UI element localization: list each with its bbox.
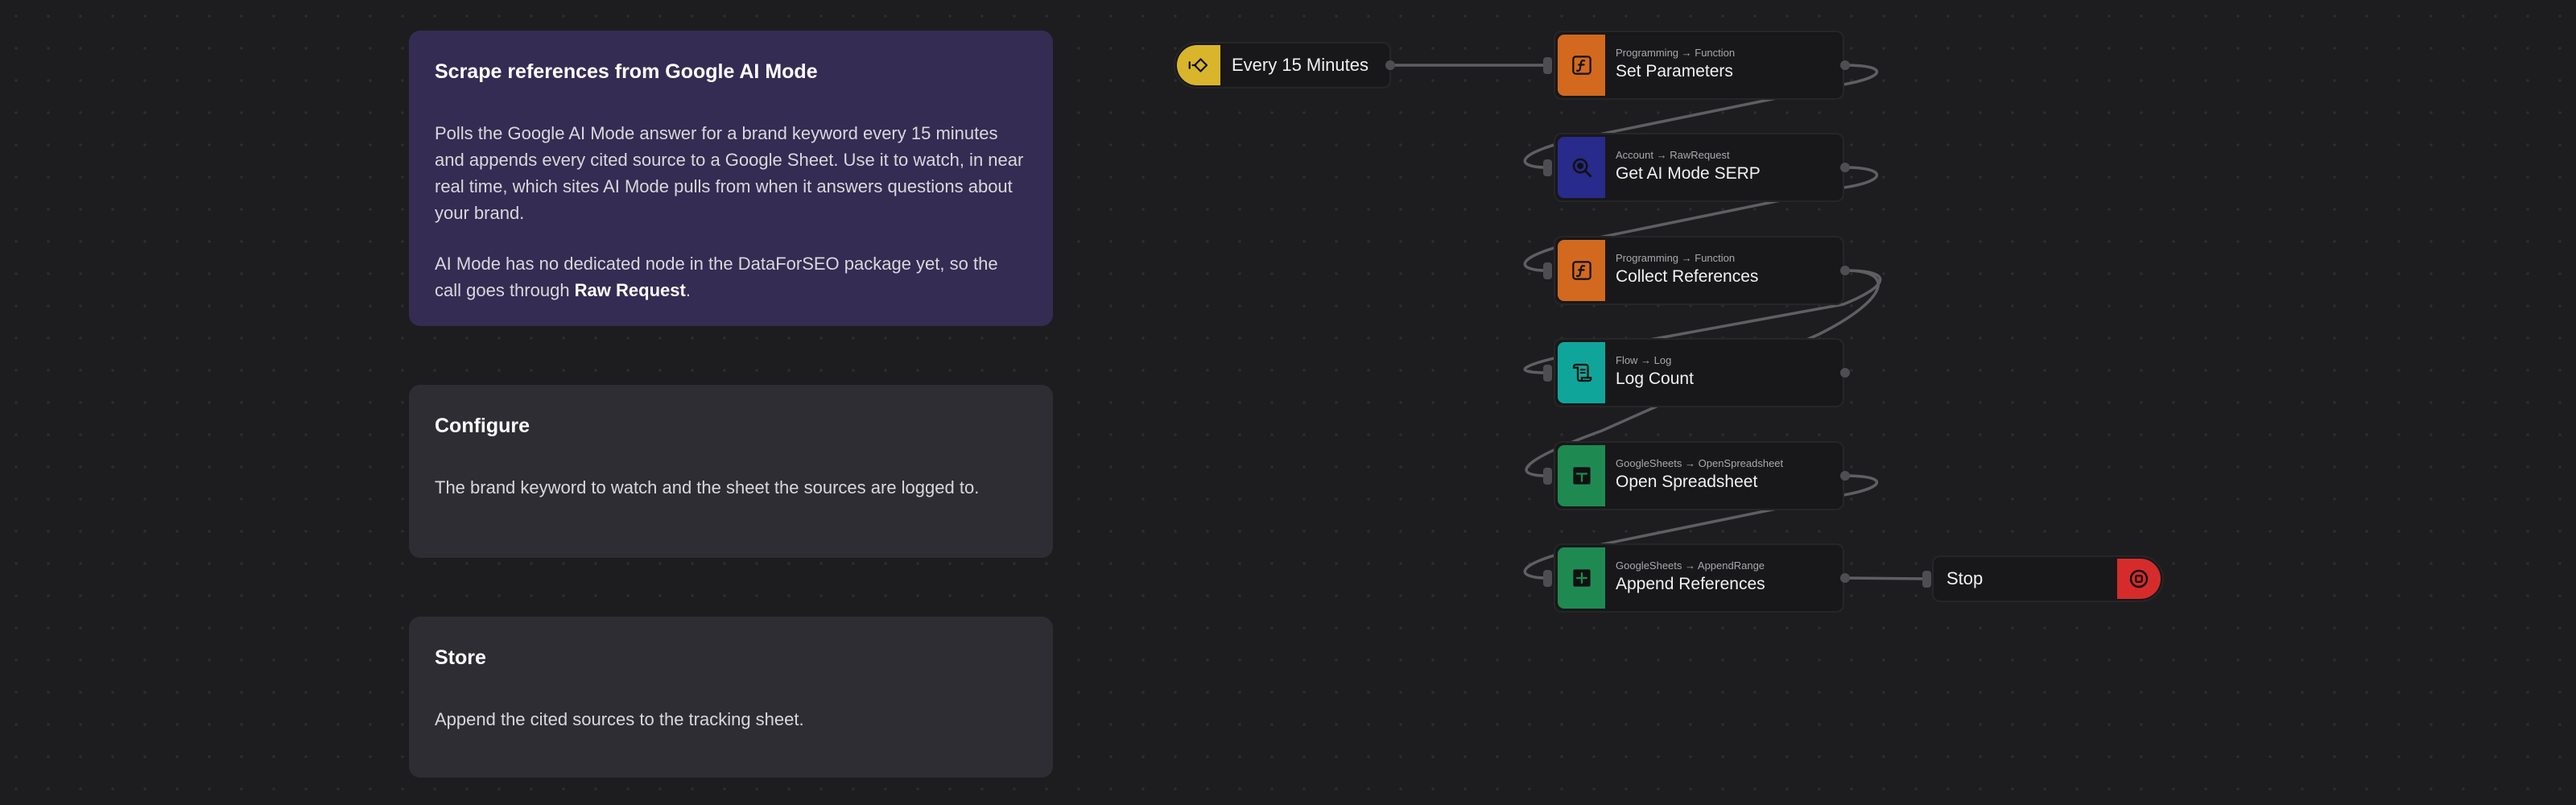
node-append-references[interactable]: GoogleSheets → AppendRange Append Refere… xyxy=(1554,543,1844,613)
node-label: Collect References xyxy=(1616,267,1759,286)
node-category: GoogleSheets → OpenSpreadsheet xyxy=(1616,457,1784,469)
collect-references-input-port[interactable] xyxy=(1543,262,1552,279)
search-icon xyxy=(1572,158,1591,177)
node-icon-tile xyxy=(1558,35,1605,96)
set-parameters-output-port[interactable] xyxy=(1840,60,1850,70)
function-icon xyxy=(1571,56,1591,75)
append-references-output-port[interactable] xyxy=(1840,573,1850,583)
node-open-spreadsheet[interactable]: GoogleSheets → OpenSpreadsheet Open Spre… xyxy=(1554,441,1844,510)
node-label: Stop xyxy=(1946,568,1984,588)
sheet-icon xyxy=(1572,569,1591,587)
node-icon-tile xyxy=(1558,445,1605,506)
node-label: Open Spreadsheet xyxy=(1616,473,1758,491)
node-log-count[interactable]: Flow → Log Log Count xyxy=(1554,338,1844,407)
wire-append-to-stop xyxy=(1844,576,1927,580)
node-label: Set Parameters xyxy=(1616,62,1733,80)
get-ai-mode-serp-input-port[interactable] xyxy=(1543,159,1552,176)
open-spreadsheet-input-port[interactable] xyxy=(1543,468,1552,485)
node-every-15-minutes[interactable]: Every 15 Minutes xyxy=(1174,42,1391,89)
node-icon-tile xyxy=(1558,240,1605,301)
node-label: Every 15 Minutes xyxy=(1232,55,1368,75)
stop-input-port[interactable] xyxy=(1922,571,1931,588)
trigger-icon xyxy=(1188,58,1208,72)
log-count-output-port[interactable] xyxy=(1840,368,1850,378)
sheet-icon xyxy=(1572,467,1591,485)
node-category: GoogleSheets → AppendRange xyxy=(1616,559,1765,572)
log-count-input-port[interactable] xyxy=(1543,365,1552,382)
node-label: Append References xyxy=(1616,575,1765,593)
node-stop[interactable]: Stop xyxy=(1932,555,2164,602)
node-icon-tile xyxy=(1558,137,1605,198)
node-label: Log Count xyxy=(1616,369,1694,388)
node-collect-references[interactable]: Programming → Function Collect Reference… xyxy=(1554,236,1844,305)
scroll-icon xyxy=(1572,363,1591,382)
node-icon-tile xyxy=(1558,547,1605,609)
collect-references-output-port[interactable] xyxy=(1840,266,1850,275)
append-references-input-port[interactable] xyxy=(1543,570,1552,587)
node-get-ai-mode-serp[interactable]: Account → RawRequest Get AI Mode SERP xyxy=(1554,133,1844,202)
node-category: Programming → Function xyxy=(1616,252,1736,264)
open-spreadsheet-output-port[interactable] xyxy=(1840,471,1850,481)
node-category: Account → RawRequest xyxy=(1616,149,1730,161)
get-ai-mode-serp-output-port[interactable] xyxy=(1840,163,1850,172)
trigger-output-port[interactable] xyxy=(1385,60,1395,70)
trigger-icon-tile xyxy=(1177,45,1220,85)
set-parameters-input-port[interactable] xyxy=(1543,57,1552,74)
node-category: Flow → Log xyxy=(1616,354,1672,366)
stop-icon-tile xyxy=(2117,559,2161,599)
function-icon xyxy=(1571,261,1591,280)
node-icon-tile xyxy=(1558,342,1605,403)
stop-icon xyxy=(2129,569,2149,588)
node-set-parameters[interactable]: Programming → Function Set Parameters xyxy=(1554,31,1844,100)
connection-layer xyxy=(1390,64,1927,580)
node-category: Programming → Function xyxy=(1616,47,1736,59)
node-label: Get AI Mode SERP xyxy=(1616,164,1761,183)
